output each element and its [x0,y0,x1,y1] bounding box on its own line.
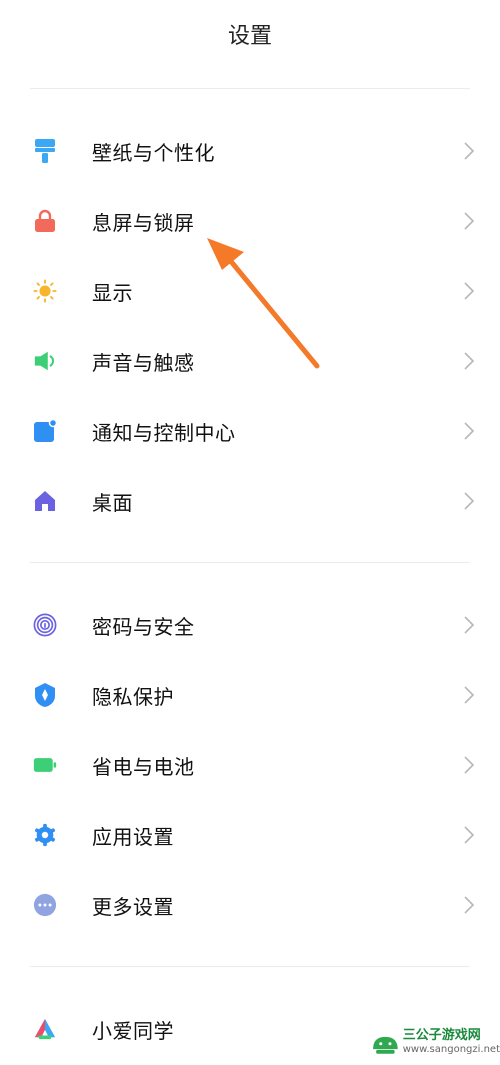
settings-item-sound[interactable]: 声音与触感 [0,326,500,396]
settings-item-label: 声音与触感 [92,350,195,375]
sun-brightness-icon [33,279,57,303]
wallpaper-brush-icon [33,139,57,163]
settings-item-app-settings[interactable]: 应用设置 [0,800,500,870]
settings-item-label: 更多设置 [92,894,174,919]
chevron-right-icon [464,896,475,914]
watermark-url: www.sangongzi.net [402,1044,500,1056]
chevron-right-icon [464,686,475,704]
settings-item-label: 通知与控制中心 [92,420,236,445]
notification-icon [33,419,57,443]
battery-icon [33,753,57,777]
page-title: 设置 [227,24,272,49]
settings-item-more[interactable]: 更多设置 [0,870,500,940]
settings-item-label: 小爱同学 [92,1018,174,1043]
speaker-icon [33,349,57,373]
more-dots-icon [33,893,57,917]
chevron-right-icon [464,616,475,634]
chevron-right-icon [464,282,475,300]
settings-item-label: 密码与安全 [92,614,195,639]
settings-item-display[interactable]: 显示 [0,256,500,326]
fingerprint-icon [33,613,57,637]
settings-item-battery[interactable]: 省电与电池 [0,730,500,800]
settings-item-wallpaper[interactable]: 壁纸与个性化 [0,116,500,186]
settings-item-label: 省电与电池 [92,754,195,779]
lock-icon [33,209,57,233]
watermark-logo-icon [373,1036,398,1054]
settings-item-label: 桌面 [92,490,133,515]
chevron-right-icon [464,212,475,230]
chevron-right-icon [464,352,475,370]
chevron-right-icon [464,492,475,510]
settings-item-password-security[interactable]: 密码与安全 [0,590,500,660]
gear-icon [33,823,57,847]
settings-item-label: 壁纸与个性化 [92,140,215,165]
divider [30,966,470,967]
divider [30,88,470,89]
privacy-shield-icon [33,683,57,707]
settings-item-notifications[interactable]: 通知与控制中心 [0,396,500,466]
chevron-right-icon [464,142,475,160]
settings-item-label: 息屏与锁屏 [92,210,195,235]
chevron-right-icon [464,422,475,440]
settings-item-privacy[interactable]: 隐私保护 [0,660,500,730]
settings-item-lockscreen[interactable]: 息屏与锁屏 [0,186,500,256]
settings-item-label: 应用设置 [92,824,174,849]
divider [30,562,470,563]
settings-item-desktop[interactable]: 桌面 [0,466,500,536]
home-icon [33,489,57,513]
settings-item-label: 隐私保护 [92,684,174,709]
chevron-right-icon [464,826,475,844]
xiaoai-assistant-icon [33,1017,57,1041]
settings-item-label: 显示 [92,280,133,305]
watermark-name: 三公子游戏网 [402,1028,481,1044]
watermark: 三公子游戏网 www.sangongzi.net [366,1020,500,1065]
chevron-right-icon [464,756,475,774]
